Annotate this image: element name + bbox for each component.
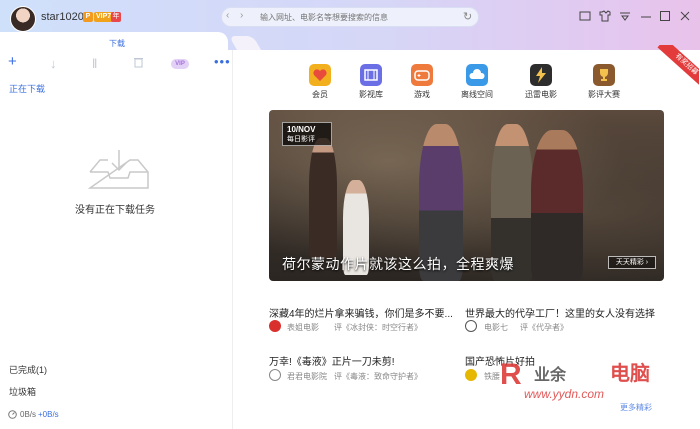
- dropdown-menu-icon: [620, 12, 630, 21]
- article-title[interactable]: 万幸!《毒液》正片一刀未剪!: [269, 353, 395, 368]
- category-review-contest[interactable]: 影评大赛: [584, 64, 624, 100]
- maximize-icon: [660, 11, 670, 21]
- pause-button[interactable]: ‖: [92, 56, 97, 71]
- banner-more-button[interactable]: 天天精彩 ›: [608, 256, 656, 269]
- year-badge: 年: [111, 12, 121, 22]
- thunder-icon: [530, 64, 552, 86]
- category-label: 迅雷电影: [525, 90, 557, 99]
- article-title[interactable]: 世界最大的代孕工厂！这里的女人没有选择: [465, 305, 655, 320]
- trash-icon: [134, 58, 143, 68]
- skin-button[interactable]: [579, 10, 591, 25]
- downloading-filter[interactable]: 正在下载: [9, 82, 45, 95]
- empty-tray-icon: [88, 150, 149, 189]
- vip-button[interactable]: VIP: [171, 59, 189, 69]
- address-bar[interactable]: ‹ › ↻: [221, 7, 479, 27]
- article-source[interactable]: 铁腰: [484, 371, 500, 382]
- theme-button[interactable]: [599, 10, 611, 25]
- article-review[interactable]: 评《毒液：致命守护者》: [334, 371, 422, 382]
- category-games[interactable]: 游戏: [402, 64, 442, 100]
- article-source[interactable]: 表姐电影: [287, 322, 319, 333]
- back-button[interactable]: ‹: [226, 10, 229, 21]
- heart-icon: [309, 64, 331, 86]
- category-label: 影评大赛: [588, 90, 620, 99]
- watermark-slogan: 更多精彩: [620, 402, 652, 412]
- app-window: star1020 P VIP7 年 ‹ › ↻ 下载 + ↓ ‖ VIP •••…: [0, 0, 700, 429]
- film-icon: [360, 64, 382, 86]
- username[interactable]: star1020: [41, 11, 84, 23]
- upload-speed: +0B/s: [38, 410, 59, 419]
- menu-button[interactable]: [619, 10, 631, 25]
- banner-figure: [309, 138, 337, 258]
- category-library[interactable]: 影视库: [351, 64, 391, 100]
- source-avatar: [269, 369, 281, 381]
- category-xunlei-movie[interactable]: 迅雷电影: [521, 64, 561, 100]
- completed-filter[interactable]: 已完成(1): [9, 363, 47, 376]
- cloud-icon: [466, 64, 488, 86]
- svg-text:R: R: [500, 358, 522, 391]
- minimize-button[interactable]: [640, 10, 652, 25]
- trash-filter[interactable]: 垃圾箱: [9, 385, 36, 398]
- category-label: 会员: [312, 90, 328, 99]
- maximize-button[interactable]: [659, 10, 671, 25]
- site-watermark: R 业余 电脑 www.yydn.com 更多精彩: [500, 358, 652, 412]
- article-review[interactable]: 评《代孕者》: [520, 322, 568, 333]
- start-download-button[interactable]: ↓: [50, 56, 57, 71]
- category-member[interactable]: 会员: [300, 64, 340, 100]
- category-cloud[interactable]: 离线空间: [457, 64, 497, 100]
- category-label: 游戏: [414, 90, 430, 99]
- forward-button[interactable]: ›: [240, 10, 243, 21]
- delete-button[interactable]: [133, 56, 144, 71]
- trophy-icon: [593, 64, 615, 86]
- watermark-prefix: 业余: [534, 365, 567, 384]
- watermark-url: www.yydn.com: [524, 387, 604, 401]
- daily-review-badge: 10/NOV 每日影评: [282, 122, 332, 146]
- article-title[interactable]: 深藏4年的烂片拿来骗钱，你们是多不要...: [269, 305, 453, 320]
- source-avatar: [269, 320, 281, 332]
- category-label: 离线空间: [461, 90, 493, 99]
- gamepad-icon: [411, 64, 433, 86]
- avatar[interactable]: [10, 6, 36, 32]
- banner-daily-label: 每日影评: [287, 136, 315, 143]
- article-source[interactable]: 电影七: [484, 322, 508, 333]
- source-avatar: [465, 369, 477, 381]
- window-icon: [579, 11, 591, 21]
- download-speed: 0B/s: [20, 410, 37, 419]
- banner-date: 10/NOV: [287, 125, 316, 134]
- url-input[interactable]: [260, 10, 450, 24]
- category-label: 影视库: [359, 90, 383, 99]
- p-badge: P: [83, 12, 93, 22]
- watermark-brand: 电脑: [610, 361, 650, 385]
- banner-figure: [531, 130, 583, 281]
- article-source[interactable]: 君君电影院: [287, 371, 327, 382]
- tab-download-label: 下载: [109, 39, 125, 48]
- recruit-ribbon[interactable]: 有奖招募: [655, 45, 699, 85]
- empty-state-text: 没有正在下载任务: [75, 205, 155, 216]
- close-button[interactable]: [679, 10, 691, 25]
- minimize-icon: [641, 16, 651, 18]
- close-icon: [680, 11, 690, 21]
- source-avatar: [465, 320, 477, 332]
- add-task-button[interactable]: +: [8, 53, 17, 70]
- shirt-icon: [599, 10, 611, 22]
- banner-caption[interactable]: 荷尔蒙动作片就该这么拍，全程爽爆: [282, 254, 514, 274]
- more-button[interactable]: •••: [214, 54, 231, 69]
- article-review[interactable]: 评《冰封侠：时空行者》: [334, 322, 422, 333]
- recruit-ribbon-text: 有奖招募: [657, 45, 699, 85]
- refresh-button[interactable]: ↻: [463, 10, 472, 23]
- speed-icon: [8, 410, 17, 421]
